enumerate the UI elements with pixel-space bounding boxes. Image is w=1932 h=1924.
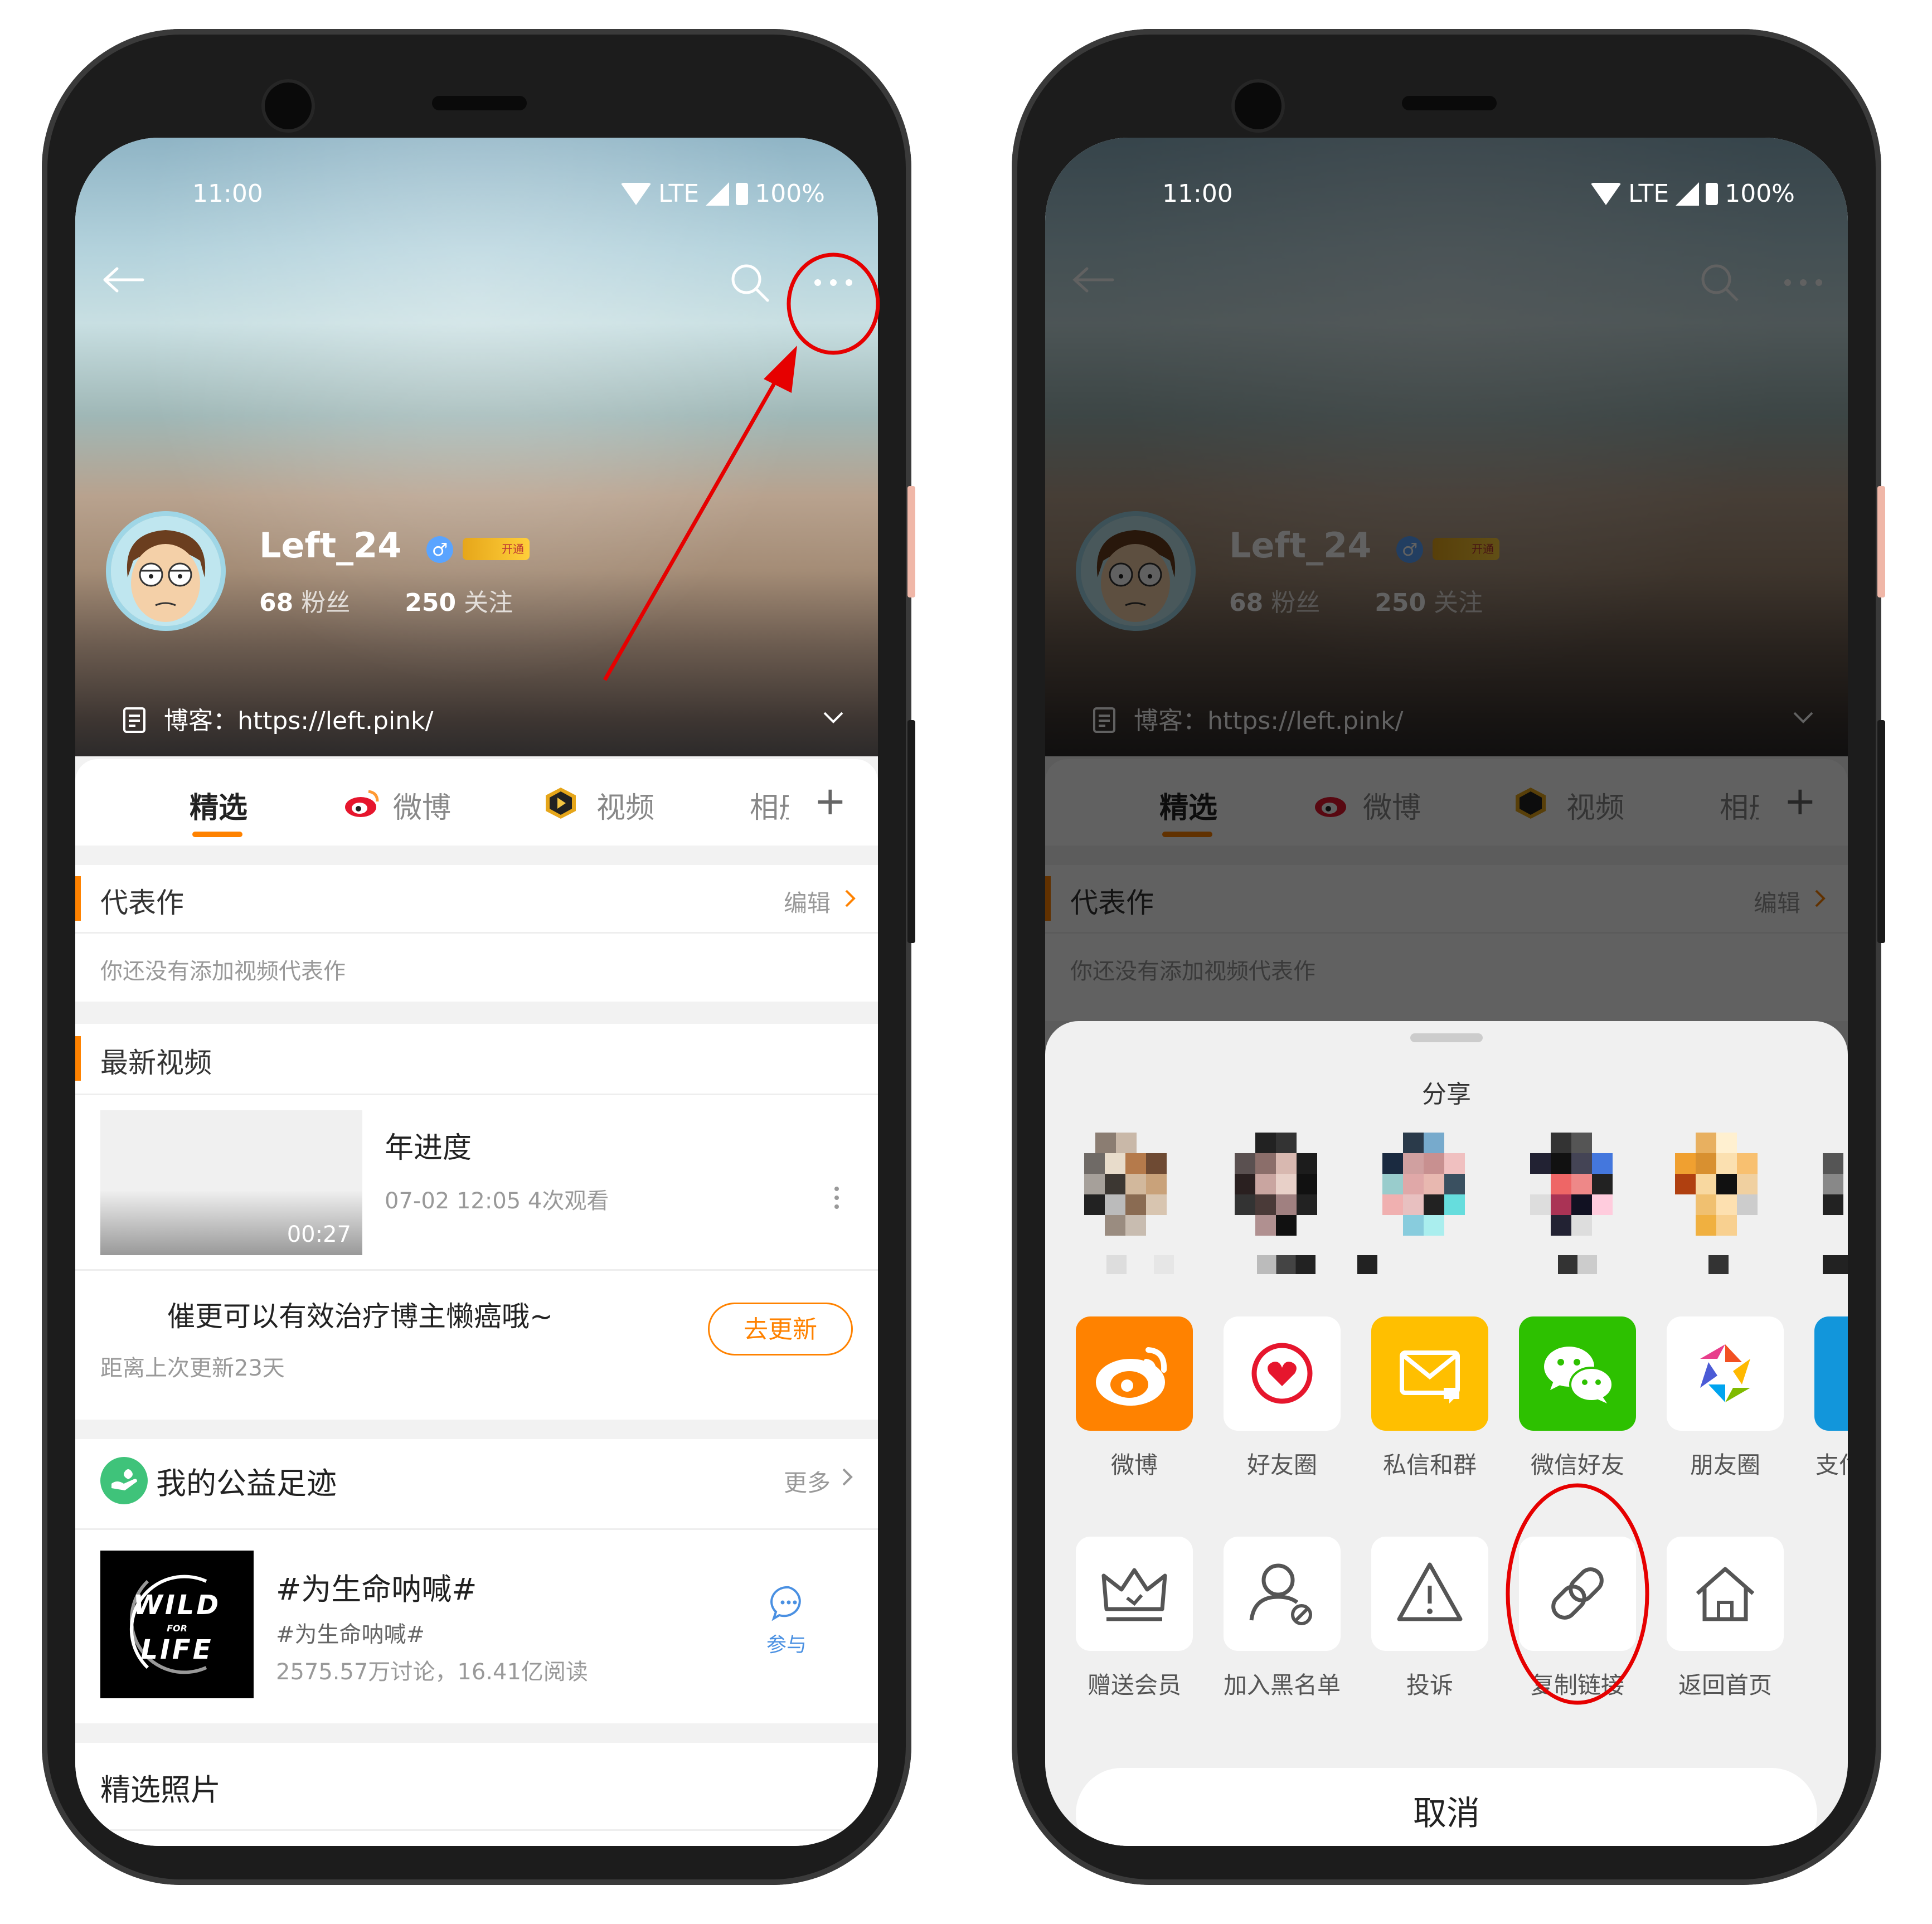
annotation-overlay [603, 252, 1649, 1705]
highlight-circle-more [787, 252, 880, 355]
annotation-arrow [603, 367, 785, 681]
highlight-circle-copy-link [1506, 1483, 1649, 1705]
annotation-arrowhead [764, 346, 797, 393]
